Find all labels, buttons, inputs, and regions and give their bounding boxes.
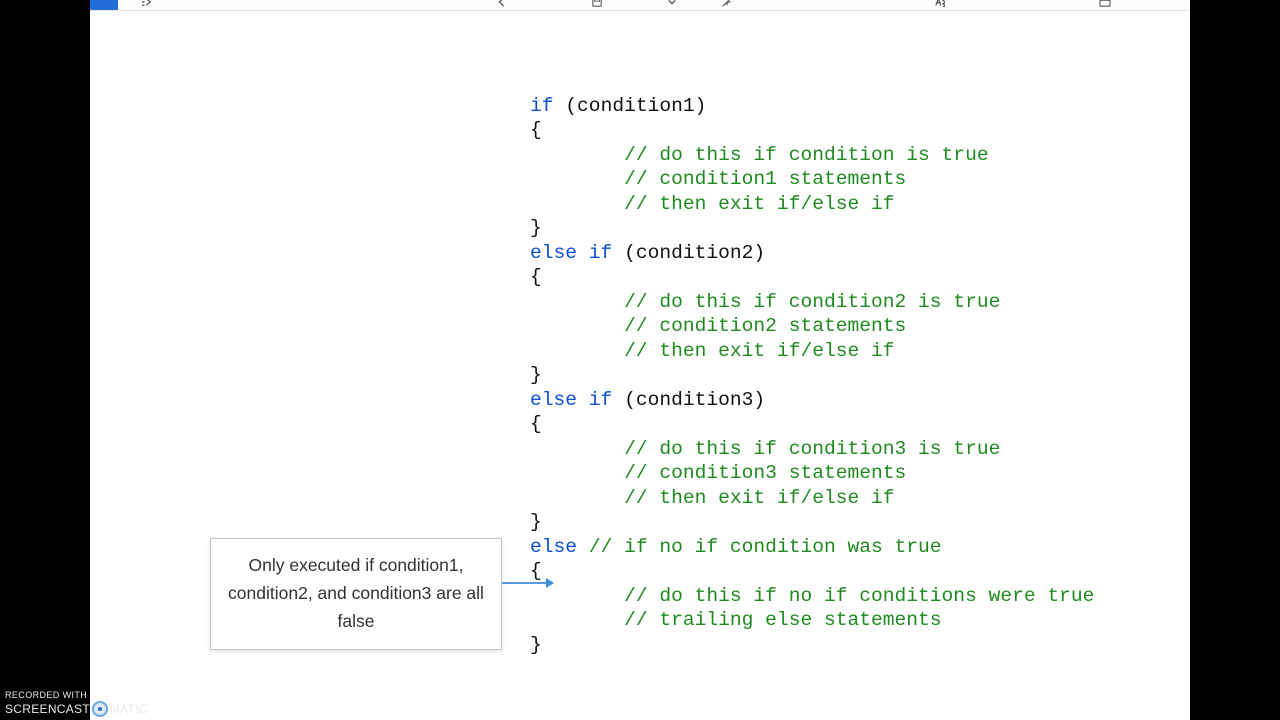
- chevron-left-icon: [495, 0, 509, 7]
- document-stage: if (condition1) { // do this if conditio…: [90, 0, 1190, 720]
- text-style-icon: [933, 0, 947, 7]
- recorder-watermark: RECORDED WITH SCREENCAST MATIC: [5, 689, 148, 717]
- callout-text: Only executed if condition1, condition2,…: [228, 555, 484, 631]
- code-snippet: if (condition1) { // do this if conditio…: [530, 94, 1094, 658]
- ribbon-corner: [90, 0, 118, 10]
- toolbar-fragment: [90, 0, 1190, 11]
- watermark-brand-right: MATIC: [110, 703, 148, 715]
- letterbox-right: [1190, 0, 1280, 720]
- layout-icon: [1098, 0, 1112, 7]
- watermark-brand-left: SCREENCAST: [5, 703, 90, 715]
- callout-box: Only executed if condition1, condition2,…: [210, 538, 502, 650]
- watermark-line1: RECORDED WITH: [5, 689, 148, 701]
- tool-icon: [140, 0, 154, 7]
- target-icon: [92, 701, 108, 717]
- chevron-down-icon: [665, 0, 679, 7]
- save-icon: [590, 0, 604, 7]
- collapse-icon: [720, 0, 734, 7]
- letterbox-left: [0, 0, 90, 720]
